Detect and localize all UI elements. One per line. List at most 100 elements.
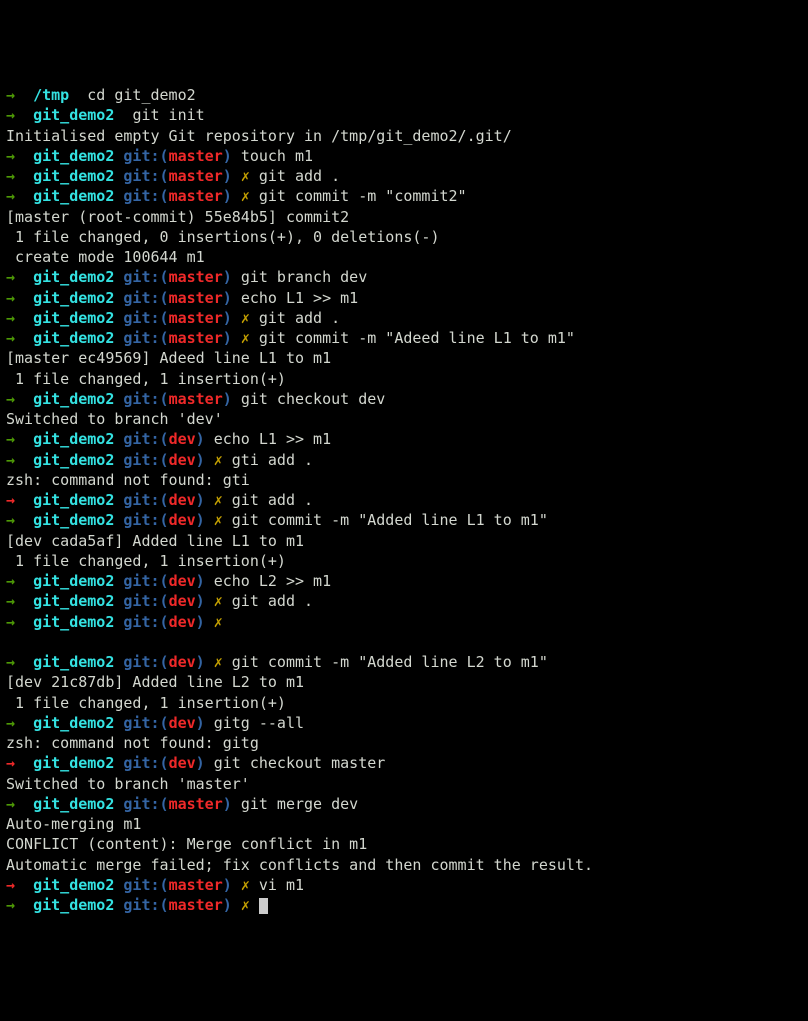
paren: ): [196, 430, 205, 448]
git-branch: master: [169, 876, 223, 894]
output-text: Switched to branch 'dev': [6, 410, 223, 428]
terminal-line: Automatic merge failed; fix conflicts an…: [6, 855, 802, 875]
command-text[interactable]: git commit -m "Added line L1 to m1": [232, 511, 548, 529]
prompt-arrow-icon: →: [6, 106, 15, 124]
prompt-dir: git_demo2: [33, 572, 114, 590]
terminal-line: → git_demo2 git:(dev) echo L1 >> m1: [6, 429, 802, 449]
terminal-line: CONFLICT (content): Merge conflict in m1: [6, 834, 802, 854]
git-branch: master: [169, 795, 223, 813]
command-text[interactable]: git commit -m "Added line L2 to m1": [232, 653, 548, 671]
command-text[interactable]: git commit -m "Adeed line L1 to m1": [259, 329, 575, 347]
prompt-dir: git_demo2: [33, 289, 114, 307]
paren: (: [160, 390, 169, 408]
terminal-line: 1 file changed, 1 insertion(+): [6, 551, 802, 571]
command-text[interactable]: echo L1 >> m1: [241, 289, 358, 307]
terminal-line: [master (root-commit) 55e84b5] commit2: [6, 207, 802, 227]
git-label: git:: [123, 896, 159, 914]
terminal-line: → git_demo2 git:(master) git branch dev: [6, 267, 802, 287]
command-text[interactable]: git branch dev: [241, 268, 367, 286]
git-branch: dev: [169, 572, 196, 590]
command-text[interactable]: git add .: [259, 309, 340, 327]
command-text[interactable]: git add .: [259, 167, 340, 185]
git-label: git:: [123, 167, 159, 185]
terminal-line: → git_demo2 git:(master) ✗ git commit -m…: [6, 186, 802, 206]
terminal-line: → git_demo2 git:(master) touch m1: [6, 146, 802, 166]
command-text[interactable]: git checkout dev: [241, 390, 386, 408]
output-text: zsh: command not found: gti: [6, 471, 250, 489]
git-branch: master: [169, 309, 223, 327]
command-text[interactable]: gti add .: [232, 451, 313, 469]
command-text[interactable]: vi m1: [259, 876, 304, 894]
command-text[interactable]: echo L1 >> m1: [214, 430, 331, 448]
command-text[interactable]: git commit -m "commit2": [259, 187, 467, 205]
command-text[interactable]: cd git_demo2: [87, 86, 195, 104]
dirty-icon: ✗: [214, 592, 223, 610]
terminal-line: create mode 100644 m1: [6, 247, 802, 267]
dirty-icon: ✗: [214, 511, 223, 529]
git-label: git:: [123, 390, 159, 408]
paren: (: [160, 511, 169, 529]
terminal-line: → git_demo2 git:(dev) gitg --all: [6, 713, 802, 733]
command-text[interactable]: git checkout master: [214, 754, 386, 772]
terminal-line: 1 file changed, 0 insertions(+), 0 delet…: [6, 227, 802, 247]
paren: ): [223, 896, 232, 914]
git-label: git:: [123, 289, 159, 307]
paren: (: [160, 795, 169, 813]
cursor[interactable]: [259, 898, 268, 914]
output-text: Switched to branch 'master': [6, 775, 250, 793]
git-label: git:: [123, 147, 159, 165]
command-text[interactable]: git merge dev: [241, 795, 358, 813]
git-branch: dev: [169, 511, 196, 529]
git-label: git:: [123, 491, 159, 509]
command-text[interactable]: git init: [132, 106, 204, 124]
terminal-line: [dev cada5af] Added line L1 to m1: [6, 531, 802, 551]
paren: (: [160, 572, 169, 590]
prompt-arrow-icon: →: [6, 795, 15, 813]
paren: (: [160, 268, 169, 286]
terminal-line: zsh: command not found: gitg: [6, 733, 802, 753]
prompt-dir: git_demo2: [33, 309, 114, 327]
command-text[interactable]: gitg --all: [214, 714, 304, 732]
git-label: git:: [123, 572, 159, 590]
paren: (: [160, 329, 169, 347]
prompt-dir: git_demo2: [33, 430, 114, 448]
command-text[interactable]: touch m1: [241, 147, 313, 165]
git-branch: master: [169, 147, 223, 165]
terminal-line: Switched to branch 'master': [6, 774, 802, 794]
output-text: [master (root-commit) 55e84b5] commit2: [6, 208, 349, 226]
command-text[interactable]: git add .: [232, 491, 313, 509]
paren: (: [160, 167, 169, 185]
dirty-icon: ✗: [214, 491, 223, 509]
paren: ): [223, 876, 232, 894]
paren: (: [160, 430, 169, 448]
prompt-dir: git_demo2: [33, 613, 114, 631]
prompt-dir: git_demo2: [33, 390, 114, 408]
output-text: 1 file changed, 1 insertion(+): [6, 552, 286, 570]
output-text: CONFLICT (content): Merge conflict in m1: [6, 835, 367, 853]
paren: (: [160, 714, 169, 732]
prompt-arrow-icon: →: [6, 329, 15, 347]
terminal-line: → git_demo2 git:(dev) ✗ git add .: [6, 591, 802, 611]
git-label: git:: [123, 714, 159, 732]
git-label: git:: [123, 309, 159, 327]
prompt-dir: git_demo2: [33, 876, 114, 894]
terminal[interactable]: → /tmp cd git_demo2→ git_demo2 git initI…: [6, 85, 802, 915]
git-branch: dev: [169, 430, 196, 448]
prompt-dir: git_demo2: [33, 714, 114, 732]
git-branch: master: [169, 390, 223, 408]
git-label: git:: [123, 451, 159, 469]
git-label: git:: [123, 329, 159, 347]
paren: ): [223, 390, 232, 408]
paren: ): [223, 167, 232, 185]
output-text: Auto-merging m1: [6, 815, 141, 833]
output-text: 1 file changed, 1 insertion(+): [6, 370, 286, 388]
terminal-line: zsh: command not found: gti: [6, 470, 802, 490]
prompt-arrow-icon: →: [6, 430, 15, 448]
prompt-arrow-icon: →: [6, 187, 15, 205]
terminal-line: Initialised empty Git repository in /tmp…: [6, 126, 802, 146]
command-text[interactable]: echo L2 >> m1: [214, 572, 331, 590]
terminal-line: 1 file changed, 1 insertion(+): [6, 693, 802, 713]
command-text[interactable]: git add .: [232, 592, 313, 610]
git-label: git:: [123, 430, 159, 448]
prompt-arrow-icon: →: [6, 613, 15, 631]
